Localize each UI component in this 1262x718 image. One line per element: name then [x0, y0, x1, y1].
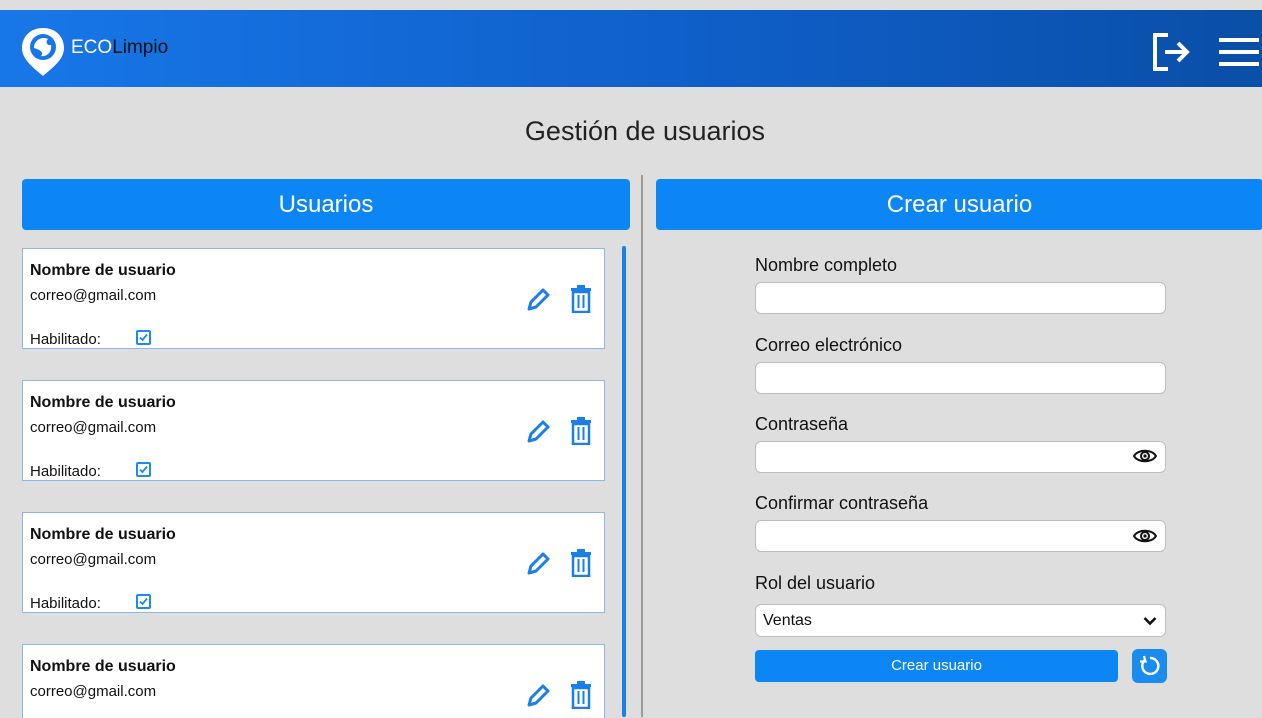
- user-name: Nombre de usuario: [30, 394, 176, 411]
- edit-pencil-icon[interactable]: [525, 419, 551, 445]
- top-bar: ECOLimpio: [0, 10, 1262, 87]
- enabled-checkbox[interactable]: [136, 594, 151, 609]
- chevron-down-icon: [1143, 617, 1157, 626]
- edit-pencil-icon[interactable]: [525, 551, 551, 577]
- show-confirm-password-eye-icon[interactable]: [1133, 527, 1157, 545]
- checkmark-icon: [139, 597, 148, 606]
- create-user-button[interactable]: Crear usuario: [755, 650, 1118, 682]
- enabled-label: Habilitado:: [30, 595, 101, 612]
- role-label: Rol del usuario: [755, 573, 876, 593]
- user-card: Nombre de usuario correo@gmail.com Habil…: [22, 248, 605, 349]
- user-name: Nombre de usuario: [30, 526, 176, 543]
- refresh-icon: [1140, 655, 1160, 676]
- brand-eco: ECO: [71, 37, 113, 58]
- enabled-checkbox[interactable]: [136, 462, 151, 477]
- full-name-label: Nombre completo: [755, 255, 898, 275]
- brand-name: ECOLimpio: [71, 37, 168, 59]
- reset-form-button[interactable]: [1132, 649, 1167, 683]
- enabled-checkbox[interactable]: [136, 330, 151, 345]
- trash-icon[interactable]: [570, 681, 592, 709]
- email-label: Correo electrónico: [755, 335, 903, 355]
- trash-icon[interactable]: [570, 285, 592, 313]
- role-select[interactable]: Ventas: [755, 604, 1166, 637]
- page-title: Gestión de usuarios: [524, 116, 766, 146]
- user-card: Nombre de usuario correo@gmail.com Habil…: [22, 380, 605, 481]
- logo-icon: [22, 28, 64, 76]
- password-input[interactable]: [755, 441, 1166, 473]
- password-label: Contraseña: [755, 414, 849, 434]
- create-user-panel-header: Crear usuario: [656, 179, 1262, 230]
- confirm-password-label: Confirmar contraseña: [755, 493, 929, 513]
- user-card: Nombre de usuario correo@gmail.com Habil…: [22, 512, 605, 613]
- user-name: Nombre de usuario: [30, 658, 176, 675]
- full-name-input[interactable]: [755, 282, 1166, 314]
- users-panel-header: Usuarios: [22, 179, 630, 230]
- confirm-password-input[interactable]: [755, 520, 1166, 552]
- email-input[interactable]: [755, 362, 1166, 394]
- user-email: correo@gmail.com: [30, 287, 157, 304]
- user-email: correo@gmail.com: [30, 683, 157, 700]
- edit-pencil-icon[interactable]: [525, 683, 551, 709]
- panel-divider: [641, 175, 643, 717]
- role-selected-value: Ventas: [763, 612, 812, 629]
- checkmark-icon: [139, 333, 148, 342]
- trash-icon[interactable]: [570, 417, 592, 445]
- brand-limpio: Limpio: [112, 37, 169, 58]
- users-list-scrollbar[interactable]: [622, 246, 626, 717]
- enabled-label: Habilitado:: [30, 331, 101, 348]
- user-card: Nombre de usuario correo@gmail.com: [22, 644, 605, 718]
- user-email: correo@gmail.com: [30, 551, 157, 568]
- user-name: Nombre de usuario: [30, 262, 176, 279]
- edit-pencil-icon[interactable]: [525, 287, 551, 313]
- logout-icon[interactable]: [1150, 30, 1192, 74]
- enabled-label: Habilitado:: [30, 463, 101, 480]
- show-password-eye-icon[interactable]: [1133, 447, 1157, 465]
- checkmark-icon: [139, 465, 148, 474]
- user-email: correo@gmail.com: [30, 419, 157, 436]
- hamburger-menu-icon[interactable]: [1217, 34, 1261, 70]
- trash-icon[interactable]: [570, 549, 592, 577]
